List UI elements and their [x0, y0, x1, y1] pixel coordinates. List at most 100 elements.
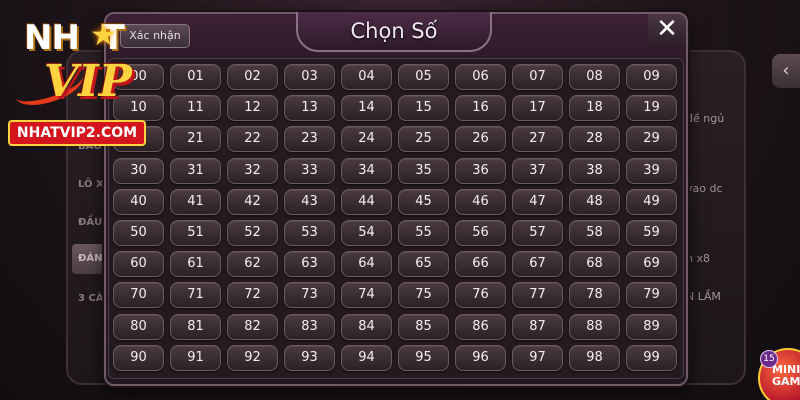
number-cell-67[interactable]: 67: [512, 251, 563, 278]
number-cell-53[interactable]: 53: [284, 219, 335, 246]
number-cell-72[interactable]: 72: [227, 282, 278, 309]
number-cell-45[interactable]: 45: [398, 188, 449, 215]
number-cell-05[interactable]: 05: [398, 64, 449, 90]
number-cell-57[interactable]: 57: [512, 219, 563, 246]
number-cell-32[interactable]: 32: [227, 157, 278, 184]
number-cell-49[interactable]: 49: [626, 188, 677, 215]
number-cell-51[interactable]: 51: [170, 219, 221, 246]
number-cell-69[interactable]: 69: [626, 251, 677, 278]
number-cell-42[interactable]: 42: [227, 188, 278, 215]
number-cell-27[interactable]: 27: [512, 126, 563, 153]
number-cell-95[interactable]: 95: [398, 344, 449, 371]
number-cell-56[interactable]: 56: [455, 219, 506, 246]
number-cell-79[interactable]: 79: [626, 282, 677, 309]
number-cell-22[interactable]: 22: [227, 126, 278, 153]
number-cell-54[interactable]: 54: [341, 219, 392, 246]
number-cell-50[interactable]: 50: [113, 219, 164, 246]
number-cell-12[interactable]: 12: [227, 95, 278, 122]
number-cell-93[interactable]: 93: [284, 344, 335, 371]
number-cell-70[interactable]: 70: [113, 282, 164, 309]
number-cell-88[interactable]: 88: [569, 313, 620, 340]
number-cell-33[interactable]: 33: [284, 157, 335, 184]
number-cell-24[interactable]: 24: [341, 126, 392, 153]
number-cell-17[interactable]: 17: [512, 95, 563, 122]
number-cell-68[interactable]: 68: [569, 251, 620, 278]
number-cell-61[interactable]: 61: [170, 251, 221, 278]
number-cell-21[interactable]: 21: [170, 126, 221, 153]
number-cell-81[interactable]: 81: [170, 313, 221, 340]
brand-logo: NHAT ★ VIP NHATVIP2.COM: [4, 8, 146, 146]
number-cell-75[interactable]: 75: [398, 282, 449, 309]
number-cell-01[interactable]: 01: [170, 64, 221, 90]
number-cell-76[interactable]: 76: [455, 282, 506, 309]
number-cell-85[interactable]: 85: [398, 313, 449, 340]
number-cell-52[interactable]: 52: [227, 219, 278, 246]
number-cell-66[interactable]: 66: [455, 251, 506, 278]
number-cell-23[interactable]: 23: [284, 126, 335, 153]
number-cell-58[interactable]: 58: [569, 219, 620, 246]
number-cell-14[interactable]: 14: [341, 95, 392, 122]
number-cell-48[interactable]: 48: [569, 188, 620, 215]
number-cell-74[interactable]: 74: [341, 282, 392, 309]
number-cell-65[interactable]: 65: [398, 251, 449, 278]
number-cell-06[interactable]: 06: [455, 64, 506, 90]
number-cell-16[interactable]: 16: [455, 95, 506, 122]
number-cell-60[interactable]: 60: [113, 251, 164, 278]
number-cell-35[interactable]: 35: [398, 157, 449, 184]
number-cell-47[interactable]: 47: [512, 188, 563, 215]
number-cell-25[interactable]: 25: [398, 126, 449, 153]
number-cell-15[interactable]: 15: [398, 95, 449, 122]
number-cell-97[interactable]: 97: [512, 344, 563, 371]
number-cell-87[interactable]: 87: [512, 313, 563, 340]
number-cell-08[interactable]: 08: [569, 64, 620, 90]
number-cell-64[interactable]: 64: [341, 251, 392, 278]
number-cell-82[interactable]: 82: [227, 313, 278, 340]
number-cell-39[interactable]: 39: [626, 157, 677, 184]
number-cell-43[interactable]: 43: [284, 188, 335, 215]
number-cell-77[interactable]: 77: [512, 282, 563, 309]
number-cell-13[interactable]: 13: [284, 95, 335, 122]
number-cell-07[interactable]: 07: [512, 64, 563, 90]
number-cell-91[interactable]: 91: [170, 344, 221, 371]
number-cell-11[interactable]: 11: [170, 95, 221, 122]
number-cell-44[interactable]: 44: [341, 188, 392, 215]
number-cell-99[interactable]: 99: [626, 344, 677, 371]
number-cell-63[interactable]: 63: [284, 251, 335, 278]
number-cell-29[interactable]: 29: [626, 126, 677, 153]
number-cell-34[interactable]: 34: [341, 157, 392, 184]
number-cell-19[interactable]: 19: [626, 95, 677, 122]
number-cell-96[interactable]: 96: [455, 344, 506, 371]
close-icon[interactable]: ✕: [648, 14, 686, 46]
number-cell-59[interactable]: 59: [626, 219, 677, 246]
number-cell-78[interactable]: 78: [569, 282, 620, 309]
number-cell-94[interactable]: 94: [341, 344, 392, 371]
number-cell-03[interactable]: 03: [284, 64, 335, 90]
number-cell-09[interactable]: 09: [626, 64, 677, 90]
number-cell-26[interactable]: 26: [455, 126, 506, 153]
number-cell-04[interactable]: 04: [341, 64, 392, 90]
number-cell-28[interactable]: 28: [569, 126, 620, 153]
number-cell-36[interactable]: 36: [455, 157, 506, 184]
number-cell-40[interactable]: 40: [113, 188, 164, 215]
number-cell-41[interactable]: 41: [170, 188, 221, 215]
number-cell-38[interactable]: 38: [569, 157, 620, 184]
number-cell-98[interactable]: 98: [569, 344, 620, 371]
number-cell-89[interactable]: 89: [626, 313, 677, 340]
number-cell-84[interactable]: 84: [341, 313, 392, 340]
number-cell-71[interactable]: 71: [170, 282, 221, 309]
number-cell-30[interactable]: 30: [113, 157, 164, 184]
number-cell-37[interactable]: 37: [512, 157, 563, 184]
number-cell-46[interactable]: 46: [455, 188, 506, 215]
number-cell-55[interactable]: 55: [398, 219, 449, 246]
number-cell-86[interactable]: 86: [455, 313, 506, 340]
number-cell-92[interactable]: 92: [227, 344, 278, 371]
number-cell-31[interactable]: 31: [170, 157, 221, 184]
number-cell-62[interactable]: 62: [227, 251, 278, 278]
number-cell-83[interactable]: 83: [284, 313, 335, 340]
number-cell-73[interactable]: 73: [284, 282, 335, 309]
chevron-left-icon[interactable]: ‹: [772, 54, 800, 88]
number-cell-80[interactable]: 80: [113, 313, 164, 340]
number-cell-02[interactable]: 02: [227, 64, 278, 90]
number-cell-90[interactable]: 90: [113, 344, 164, 371]
number-cell-18[interactable]: 18: [569, 95, 620, 122]
